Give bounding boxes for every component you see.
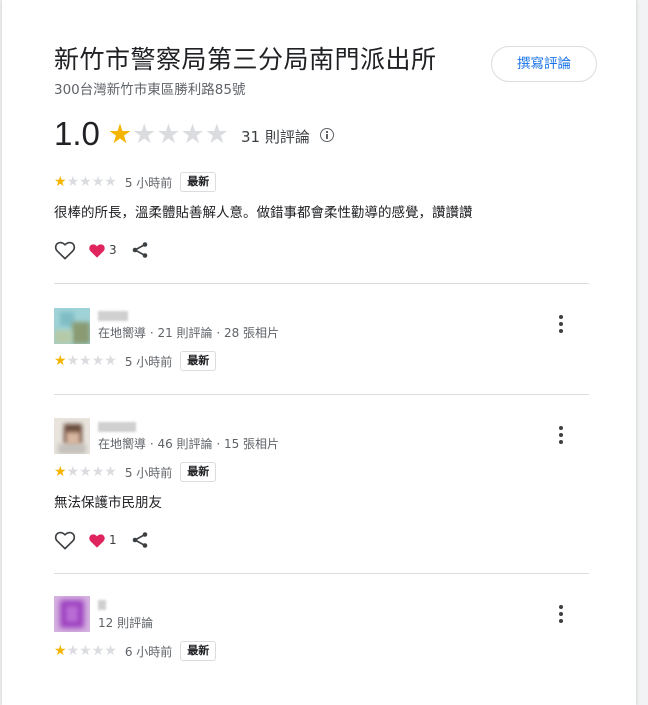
- review-actions: 3: [54, 240, 149, 260]
- place-address: 300台灣新竹市東區勝利路85號: [54, 82, 246, 98]
- star-icon: ★: [79, 353, 92, 369]
- review-stars: ★ ★ ★ ★ ★: [54, 354, 117, 368]
- avatar[interactable]: [54, 418, 90, 454]
- star-icon: ★: [66, 643, 80, 659]
- review-stars: ★ ★ ★ ★ ★: [54, 644, 117, 658]
- avatar[interactable]: [54, 596, 90, 632]
- star-icon: ★: [104, 174, 117, 190]
- star-icon: ★: [54, 353, 67, 369]
- star-icon: ★: [107, 118, 133, 150]
- review-meta: ★ ★ ★ ★ ★ 5 小時前 最新: [54, 462, 217, 482]
- star-icon: ★: [79, 174, 92, 190]
- review-stars: ★ ★ ★ ★ ★: [54, 465, 117, 479]
- share-icon[interactable]: [131, 241, 149, 259]
- review-meta: ★ ★ ★ ★ ★ 6 小時前 最新: [54, 641, 217, 661]
- share-icon[interactable]: [131, 531, 149, 549]
- review-meta: ★ ★ ★ ★ ★ 5 小時前 最新: [54, 351, 217, 371]
- review-time: 5 小時前: [124, 354, 173, 369]
- star-icon: ★: [104, 353, 117, 369]
- star-icon: ★: [54, 464, 67, 480]
- newest-badge: 最新: [180, 172, 217, 192]
- divider: [54, 573, 589, 574]
- star-icon: ★: [66, 353, 80, 369]
- star-icon: ★: [54, 174, 67, 190]
- newest-badge: 最新: [180, 462, 217, 482]
- reaction-chip[interactable]: 1: [88, 532, 117, 549]
- review-actions: 1: [54, 530, 149, 550]
- info-icon[interactable]: [319, 128, 334, 142]
- red-heart-emoji-icon: [89, 533, 105, 548]
- star-icon: ★: [66, 464, 80, 480]
- newest-badge: 最新: [180, 641, 217, 661]
- reviewer-meta: 12 則評論: [98, 616, 154, 630]
- star-icon: ★: [204, 118, 229, 150]
- reviewer-name-blurred[interactable]: [98, 311, 128, 321]
- reviewer-meta: 在地嚮導 · 46 則評論 · 15 張相片: [98, 437, 280, 451]
- star-icon: ★: [104, 643, 117, 659]
- star-icon: ★: [91, 174, 105, 190]
- star-icon: ★: [132, 118, 157, 150]
- review-text: 無法保護市民朋友: [54, 495, 162, 511]
- star-icon: ★: [79, 464, 92, 480]
- place-title: 新竹市警察局第三分局南門派出所: [54, 45, 437, 74]
- heart-outline-icon[interactable]: [54, 240, 76, 260]
- star-icon: ★: [91, 464, 105, 480]
- star-icon: ★: [156, 118, 181, 150]
- star-icon: ★: [54, 643, 67, 659]
- red-heart-emoji-icon: [89, 243, 105, 258]
- reviewer-meta: 在地嚮導 · 21 則評論 · 28 張相片: [98, 326, 280, 340]
- more-vert-icon[interactable]: [554, 314, 568, 334]
- overall-rating: 1.0 ★ ★ ★ ★ ★ 31 則評論: [54, 114, 334, 154]
- review-time: 5 小時前: [124, 465, 173, 480]
- newest-badge: 最新: [180, 351, 217, 371]
- reaction-chip[interactable]: 3: [88, 242, 117, 259]
- reviewer-name-blurred[interactable]: [98, 600, 106, 610]
- star-icon: ★: [91, 353, 105, 369]
- review-time: 6 小時前: [124, 644, 173, 659]
- more-vert-icon[interactable]: [554, 425, 568, 445]
- reaction-count: 1: [109, 533, 117, 547]
- star-icon: ★: [91, 643, 105, 659]
- review-count[interactable]: 31 則評論: [241, 126, 310, 147]
- place-reviews-panel: 新竹市警察局第三分局南門派出所 300台灣新竹市東區勝利路85號 撰寫評論 1.…: [2, 0, 636, 705]
- divider: [54, 394, 589, 395]
- review-meta: ★ ★ ★ ★ ★ 5 小時前 最新: [54, 172, 217, 192]
- write-review-button[interactable]: 撰寫評論: [491, 46, 597, 82]
- star-icon: ★: [66, 174, 80, 190]
- more-vert-icon[interactable]: [554, 604, 568, 624]
- star-icon: ★: [79, 643, 92, 659]
- divider: [54, 283, 589, 284]
- review-text: 很棒的所長，溫柔體貼善解人意。做錯事都會柔性勸導的感覺，讚讚讚: [54, 205, 473, 221]
- star-icon: ★: [180, 118, 205, 150]
- review-time: 5 小時前: [124, 175, 173, 190]
- rating-value: 1.0: [54, 115, 100, 152]
- reaction-count: 3: [109, 243, 117, 257]
- overall-stars: ★ ★ ★ ★ ★: [108, 121, 229, 148]
- reviewer-name-blurred[interactable]: [98, 422, 136, 432]
- review-stars: ★ ★ ★ ★ ★: [54, 175, 117, 189]
- heart-outline-icon[interactable]: [54, 530, 76, 550]
- avatar[interactable]: [54, 308, 90, 344]
- star-icon: ★: [104, 464, 117, 480]
